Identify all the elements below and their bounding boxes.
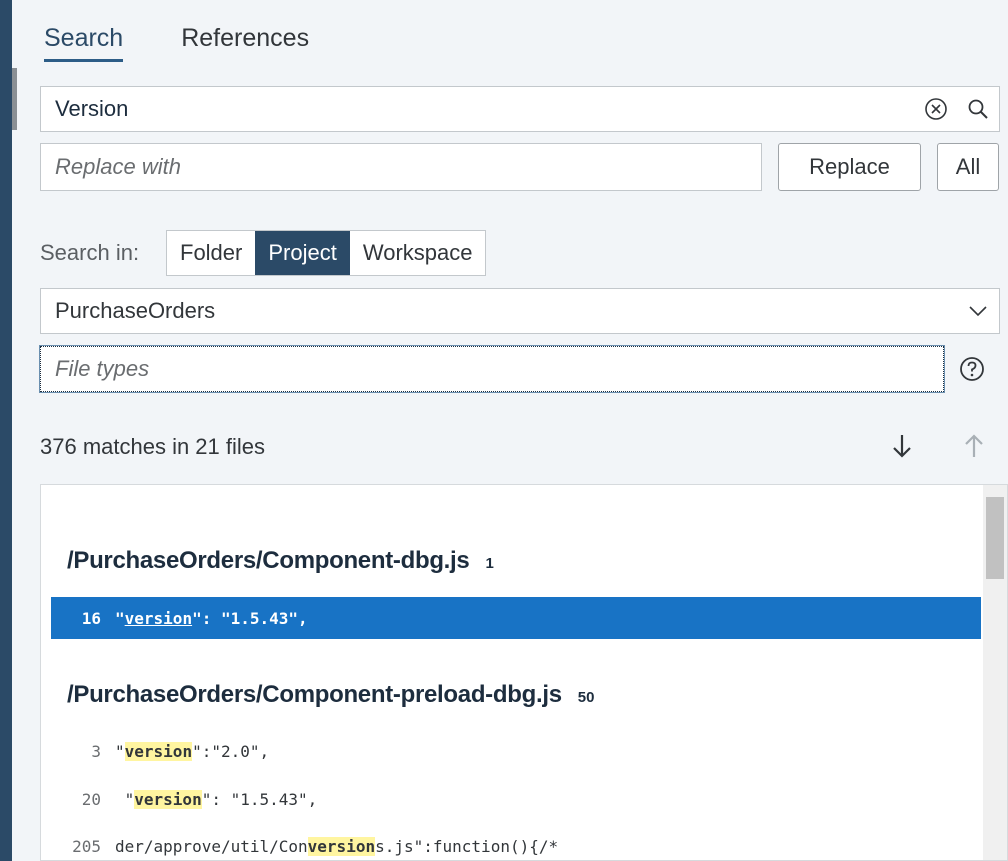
result-file-path: /PurchaseOrders/Component-dbg.js: [67, 547, 470, 574]
line-match: version: [124, 741, 193, 761]
line-match: version: [307, 836, 376, 856]
line-number: 20: [81, 789, 101, 809]
tab-bar: Search References: [44, 22, 367, 62]
replace-button[interactable]: Replace: [778, 143, 921, 191]
line-text-pre: ": [115, 789, 135, 809]
line-text-pre: ": [115, 741, 125, 761]
scope-workspace[interactable]: Workspace: [350, 231, 486, 275]
result-file-count: 1: [485, 555, 494, 572]
search-input-value: Version: [55, 96, 129, 121]
line-text-pre: ": [115, 608, 125, 628]
line-text-post: ":"2.0",: [192, 741, 270, 761]
search-icon[interactable]: [957, 88, 999, 130]
line-number: 16: [81, 608, 101, 628]
results-scrollbar-thumb[interactable]: [986, 497, 1004, 579]
result-line[interactable]: 3 " version ":"2.0",: [51, 730, 981, 772]
chevron-down-icon[interactable]: [957, 290, 999, 332]
project-select[interactable]: PurchaseOrders: [40, 288, 1000, 334]
line-number: 3: [91, 741, 101, 761]
results-list: /PurchaseOrders/Component-dbg.js 1 16 " ver…: [40, 484, 1008, 861]
scope-folder[interactable]: Folder: [167, 231, 255, 275]
result-file-header[interactable]: /PurchaseOrders/Component-dbg.js 1: [67, 547, 494, 575]
file-types-input[interactable]: File types: [39, 345, 945, 393]
scope-project[interactable]: Project: [255, 231, 350, 275]
help-icon[interactable]: [955, 352, 989, 386]
replace-placeholder: Replace with: [55, 154, 181, 179]
result-line[interactable]: 205 der/approve/util/Con version s.js":func…: [51, 825, 981, 860]
line-match: version: [134, 789, 202, 809]
file-types-placeholder: File types: [55, 356, 150, 381]
line-text-post: ": "1.5.43",: [201, 789, 318, 809]
results-summary: 376 matches in 21 files: [40, 434, 266, 459]
replace-all-button[interactable]: All: [937, 143, 999, 191]
search-in-label: Search in:: [40, 240, 140, 265]
result-file-count: 50: [577, 689, 595, 706]
search-panel: Search References Version Replace with R…: [12, 0, 1008, 861]
result-file-path: /PurchaseOrders/Component-preload-dbg.js: [67, 681, 562, 708]
panel-scrollbar[interactable]: [12, 68, 17, 130]
arrow-up-icon[interactable]: [956, 428, 992, 464]
search-input[interactable]: Version: [40, 86, 1000, 132]
line-text-pre: der/approve/util/Con: [115, 836, 308, 856]
result-line[interactable]: 16 " version ": "1.5.43",: [51, 597, 981, 639]
replace-input[interactable]: Replace with: [40, 143, 762, 191]
scope-segmented-control: Folder Project Workspace: [166, 230, 487, 276]
line-text-post: ": "1.5.43",: [192, 608, 308, 628]
tab-references[interactable]: References: [181, 22, 309, 62]
result-file-header[interactable]: /PurchaseOrders/Component-preload-dbg.js…: [67, 681, 594, 709]
results-scrollbar[interactable]: [983, 485, 1007, 860]
result-line[interactable]: 20 " version ": "1.5.43",: [51, 778, 981, 820]
line-text-post: s.js":function(){/*: [375, 836, 559, 856]
line-match: version: [124, 608, 193, 628]
arrow-down-icon[interactable]: [884, 428, 920, 464]
project-select-value: PurchaseOrders: [55, 298, 216, 323]
clear-icon[interactable]: [915, 88, 957, 130]
tab-search[interactable]: Search: [44, 22, 124, 62]
line-number: 205: [72, 836, 101, 856]
